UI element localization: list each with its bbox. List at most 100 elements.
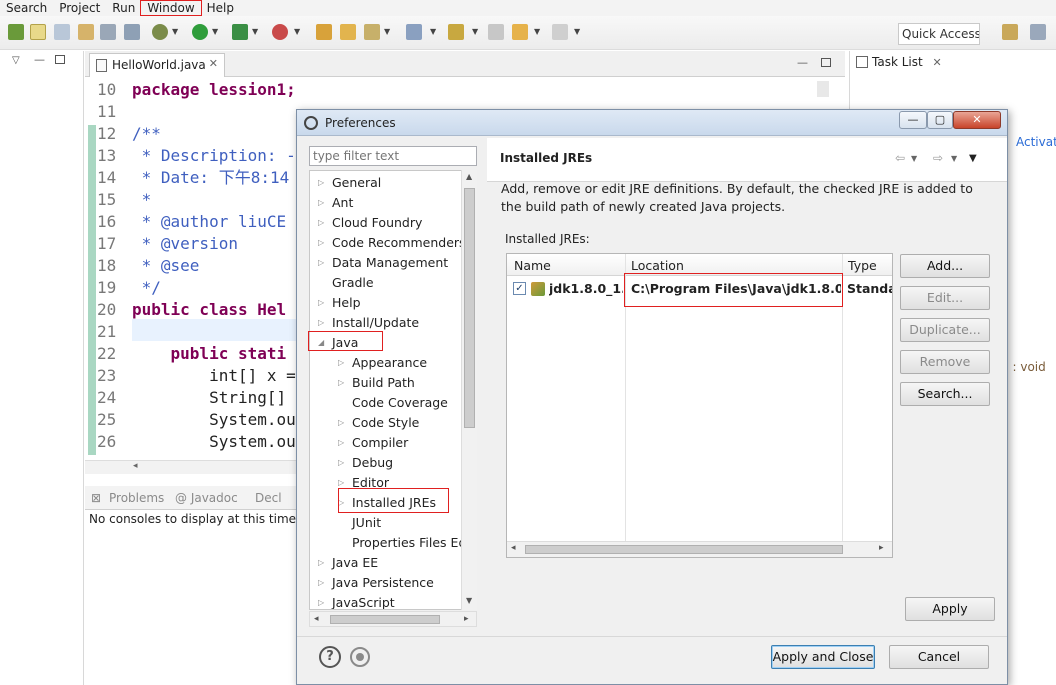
dialog-title-bar[interactable]: Preferences — ▢ ✕ [297, 110, 1007, 136]
chevron-down-icon[interactable]: ▼ [384, 27, 390, 36]
chevron-down-icon[interactable]: ▼ [252, 27, 258, 36]
minimize-window-button[interactable]: — [899, 111, 927, 129]
collapsed-arrow-icon[interactable]: ▷ [338, 353, 344, 373]
open-type-icon[interactable] [316, 24, 332, 40]
chevron-down-icon[interactable]: ▼ [172, 27, 178, 36]
tool-icon[interactable] [364, 24, 380, 40]
scroll-left-icon[interactable]: ◂ [133, 461, 138, 471]
collapsed-arrow-icon[interactable]: ▷ [318, 553, 324, 573]
import-export-icon[interactable] [350, 647, 370, 667]
link-icon[interactable] [54, 24, 70, 40]
collapsed-arrow-icon[interactable]: ▷ [318, 293, 324, 313]
scroll-left-icon[interactable]: ◂ [511, 543, 516, 553]
maximize-icon[interactable] [821, 58, 831, 67]
collapsed-arrow-icon[interactable]: ▷ [338, 413, 344, 433]
print-icon[interactable] [100, 24, 116, 40]
coverage-icon[interactable] [232, 24, 248, 40]
close-icon[interactable]: ✕ [209, 57, 218, 70]
scroll-up-icon[interactable]: ▲ [466, 172, 472, 181]
cancel-button[interactable]: Cancel [889, 645, 989, 669]
menu-search[interactable]: Search [0, 1, 53, 15]
save-icon[interactable] [78, 24, 94, 40]
minimize-icon[interactable]: — [34, 53, 45, 66]
chevron-down-icon[interactable]: ▼ [951, 154, 957, 163]
close-window-button[interactable]: ✕ [953, 111, 1001, 129]
scroll-right-icon[interactable]: ▸ [879, 543, 884, 553]
help-icon[interactable]: ? [319, 646, 341, 668]
scrollbar-thumb[interactable] [525, 545, 843, 554]
collapsed-arrow-icon[interactable]: ▷ [318, 233, 324, 253]
search-button[interactable]: Search... [900, 382, 990, 406]
add-button[interactable]: Add... [900, 254, 990, 278]
back-icon[interactable] [512, 24, 528, 40]
menu-run[interactable]: Run [106, 1, 141, 15]
collapsed-arrow-icon[interactable]: ▷ [338, 453, 344, 473]
debug-icon[interactable] [152, 24, 168, 40]
scrollbar-thumb[interactable] [464, 188, 475, 428]
collapsed-arrow-icon[interactable]: ▷ [318, 193, 324, 213]
maximize-window-button[interactable]: ▢ [927, 111, 953, 129]
chevron-down-icon[interactable]: ▼ [574, 27, 580, 36]
new-icon[interactable] [8, 24, 24, 40]
column-location[interactable]: Location [631, 258, 684, 273]
chevron-down-icon[interactable]: ▼ [472, 27, 478, 36]
run-icon[interactable] [192, 24, 208, 40]
collapsed-arrow-icon[interactable]: ▷ [318, 573, 324, 593]
open-perspective-icon[interactable] [1002, 24, 1018, 40]
tab-javadoc[interactable]: @ Javadoc [175, 491, 238, 505]
chevron-down-icon[interactable]: ▼ [430, 27, 436, 36]
forward-icon[interactable]: ⇨ [933, 151, 943, 165]
quick-access-field[interactable]: Quick Access [898, 23, 980, 45]
apply-button[interactable]: Apply [905, 597, 995, 621]
collapsed-arrow-icon[interactable]: ▷ [338, 433, 344, 453]
chevron-down-icon[interactable]: ▼ [212, 27, 218, 36]
chevron-down-icon[interactable]: ▼ [294, 27, 300, 36]
minimize-icon[interactable]: — [797, 56, 808, 69]
collapsed-arrow-icon[interactable]: ▷ [318, 313, 324, 333]
menu-project[interactable]: Project [53, 1, 106, 15]
collapsed-arrow-icon[interactable]: ▷ [318, 173, 324, 193]
collapsed-arrow-icon[interactable]: ▷ [318, 593, 324, 609]
tab-helloworld-java[interactable]: HelloWorld.java ✕ [89, 53, 225, 77]
tree-horizontal-scrollbar[interactable]: ◂ ▸ [309, 611, 477, 627]
menu-help[interactable]: Help [201, 1, 240, 15]
collapsed-arrow-icon[interactable]: ▷ [318, 253, 324, 273]
tree-vertical-scrollbar[interactable]: ▲ ▼ [461, 170, 477, 610]
next-annotation-icon[interactable] [448, 24, 464, 40]
annotation-icon[interactable] [406, 24, 422, 40]
back-history-icon[interactable] [488, 24, 504, 40]
scrollbar-thumb[interactable] [330, 615, 440, 624]
view-menu-icon[interactable]: ▽ [12, 55, 20, 66]
pen-icon[interactable] [30, 24, 46, 40]
chevron-down-icon[interactable]: ▼ [911, 154, 917, 163]
edit-button[interactable]: Edit... [900, 286, 990, 310]
tab-declaration[interactable]: Decl [255, 491, 282, 505]
chevron-down-icon[interactable]: ▼ [534, 27, 540, 36]
scroll-right-icon[interactable]: ▸ [464, 614, 469, 624]
activate-link[interactable]: Activate [1016, 135, 1056, 149]
collapsed-arrow-icon[interactable]: ▷ [338, 373, 344, 393]
column-name[interactable]: Name [514, 258, 551, 273]
filter-input[interactable] [309, 146, 477, 166]
scroll-left-icon[interactable]: ◂ [314, 614, 319, 624]
tab-task-list[interactable]: Task List ✕ [856, 55, 942, 69]
remove-button[interactable]: Remove [900, 350, 990, 374]
menu-window[interactable]: Window [140, 0, 202, 16]
perspective-icon[interactable] [1030, 24, 1046, 40]
jre-checkbox[interactable]: ✓ [513, 282, 526, 295]
collapsed-arrow-icon[interactable]: ▷ [318, 213, 324, 233]
column-type[interactable]: Type [848, 258, 877, 273]
table-horizontal-scrollbar[interactable]: ◂ ▸ [507, 541, 892, 557]
folder-icon[interactable] [340, 24, 356, 40]
close-icon[interactable]: ✕ [933, 56, 942, 69]
back-icon[interactable]: ⇦ [895, 151, 905, 165]
view-menu-icon[interactable]: ▼ [969, 153, 977, 164]
external-tools-icon[interactable] [272, 24, 288, 40]
maximize-icon[interactable] [55, 55, 65, 64]
tab-problems[interactable]: Problems [109, 491, 164, 505]
forward-icon[interactable] [552, 24, 568, 40]
duplicate-button[interactable]: Duplicate... [900, 318, 990, 342]
paragraph-icon[interactable] [124, 24, 140, 40]
apply-and-close-button[interactable]: Apply and Close [771, 645, 875, 669]
scroll-down-icon[interactable]: ▼ [466, 596, 472, 605]
